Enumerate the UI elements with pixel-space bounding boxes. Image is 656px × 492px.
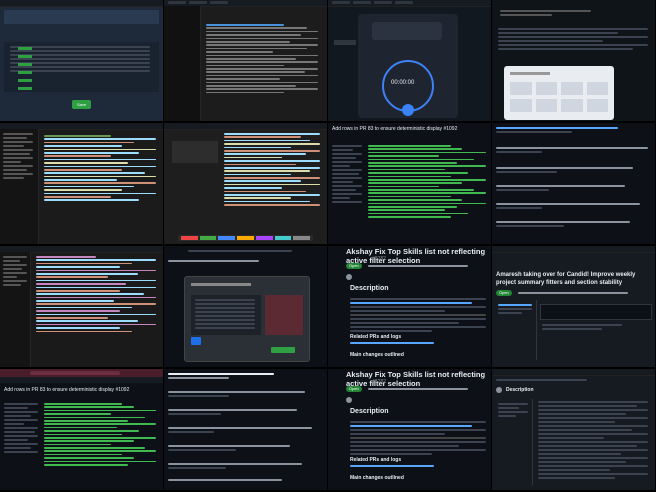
tile-issue-1[interactable]: Akshay Fix Top Skills list not reflectin… [328,246,491,367]
issue-status: Open [346,263,362,269]
tile-pr-diff[interactable]: Add rows in PR 83 to ensure deterministi… [328,123,491,244]
issue-heading: Description [350,285,389,292]
project-title: Amaresh taking over for Candid! Improve … [496,272,636,286]
issue-number: #3282 [372,256,386,262]
avatar [496,387,502,393]
tile-file-tree[interactable] [0,123,163,244]
tile-browser-pr-diff[interactable]: Add rows in PR 83 to ensure deterministi… [0,369,163,490]
avatar [346,397,352,403]
address-bar[interactable] [30,371,120,375]
issue-title: Akshay Fix Top Skills list not reflectin… [346,370,486,388]
modal-submit-button[interactable] [271,347,295,353]
timer-start-button[interactable] [402,104,414,116]
tile-timer[interactable]: 00:00:00 [328,0,491,121]
modal-confirm-button[interactable] [191,337,201,345]
issue-status: Open [346,386,362,392]
tile-issue-2[interactable]: Akshay Fix Top Skills list not reflectin… [328,369,491,490]
timer-readout: 00:00:00 [391,80,415,86]
tile-comment-thread[interactable] [492,123,655,244]
tile-code-editor[interactable] [164,0,327,121]
tile-comment-thread-2[interactable] [164,369,327,490]
tile-admin-table[interactable]: Save [0,0,163,121]
save-button[interactable]: Save [72,100,92,109]
tile-issue-modal[interactable] [164,246,327,367]
issue-footer: Main changes outlined [350,352,404,358]
pr-title: Add rows in PR 83 to ensure deterministi… [332,126,458,132]
issue-subheading: Related PRs and logs [350,457,402,463]
tile-project-summary[interactable]: Amaresh taking over for Candid! Improve … [492,246,655,367]
tile-chat-calendar[interactable] [492,0,655,121]
modal-dialog [184,276,310,362]
tile-git-editor[interactable] [0,246,163,367]
dock [178,235,313,241]
avatar [346,274,352,280]
timer-dialog: 00:00:00 [358,14,458,118]
pr-title: Add rows in PR 83 to ensure deterministi… [4,387,130,393]
doc-title: Description [506,387,534,393]
project-status: Open [496,290,512,296]
table-header [4,10,159,24]
issue-footer: Main changes outlined [350,475,404,481]
screenshot-grid: Save 00:00:00 Add rows in PR 83 to ensur… [0,0,656,492]
issue-subheading: Related PRs and logs [350,334,402,340]
issue-number: #3282 [372,379,386,385]
calendar-dialog [504,66,614,120]
tile-doc-page[interactable]: Description [492,369,655,490]
issue-heading: Description [350,408,389,415]
tile-split-editor[interactable] [164,123,327,244]
issue-title: Akshay Fix Top Skills list not reflectin… [346,247,486,265]
